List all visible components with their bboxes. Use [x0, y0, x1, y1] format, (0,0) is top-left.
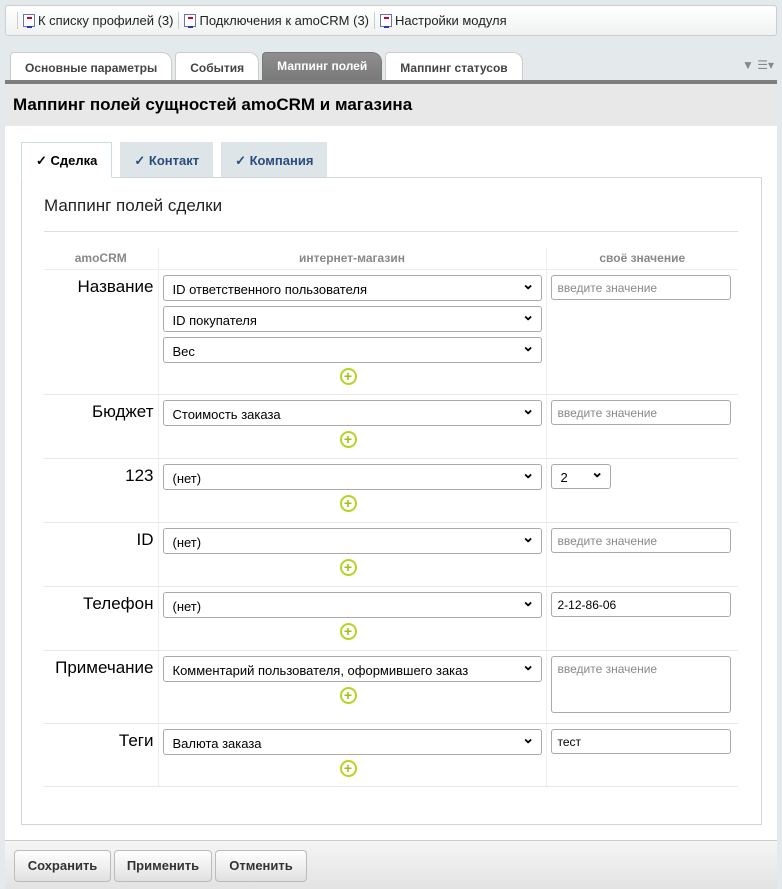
table-row: НазваниеID ответственного пользователяID…	[44, 269, 738, 395]
add-field-icon[interactable]: +	[339, 430, 357, 448]
separator	[374, 12, 376, 29]
amocrm-field-label: ID	[44, 522, 159, 587]
section-title: Маппинг полей сделки	[44, 196, 223, 215]
custom-value-cell: 2	[546, 458, 738, 523]
shop-fields-cell: Комментарий пользователя, оформившего за…	[158, 650, 547, 724]
shop-field-select[interactable]: ID ответственного пользователя	[162, 274, 542, 301]
table-row: БюджетСтоимость заказа + введите значение	[44, 394, 738, 459]
apply-button[interactable]: Применить	[114, 850, 212, 882]
tab-events[interactable]: События	[175, 52, 260, 80]
value-input[interactable]: введите значение	[550, 527, 731, 553]
add-field-icon[interactable]: +	[339, 494, 357, 512]
shop-fields-cell: ID ответственного пользователя ID покупат…	[158, 269, 547, 395]
footer-bar: Сохранить Применить Отменить	[5, 840, 777, 889]
table-row: ТегиВалюта заказа + тест	[44, 723, 738, 787]
value-input[interactable]: тест	[550, 728, 731, 754]
custom-value-cell: тест	[546, 723, 738, 787]
main-tabs: Основные параметры События Маппинг полей…	[10, 52, 523, 80]
custom-value-cell: 2-12-86-06	[546, 586, 738, 651]
amocrm-field-label: Теги	[44, 723, 159, 787]
table-row: Телефон(нет) +2-12-86-06	[44, 586, 738, 651]
shop-fields-cell: Стоимость заказа +	[158, 394, 547, 459]
subtab-deal[interactable]: ✓ Сделка	[21, 142, 113, 178]
label: К списку профилей (3)	[38, 13, 174, 28]
amocrm-field-label: Примечание	[44, 650, 159, 724]
shop-field-select[interactable]: Валюта заказа	[162, 728, 542, 755]
add-field-icon[interactable]: +	[339, 558, 357, 576]
custom-value-cell: введите значение	[546, 522, 738, 587]
value-input[interactable]: введите значение	[550, 399, 731, 425]
label: Подключения к amoCRM (3)	[199, 13, 370, 28]
amocrm-field-label: 123	[44, 458, 159, 523]
shop-field-select[interactable]: Комментарий пользователя, оформившего за…	[162, 655, 542, 682]
column-header: интернет-магазин	[158, 248, 547, 270]
shop-field-select[interactable]: ID покупателя	[162, 305, 542, 332]
save-button[interactable]: Сохранить	[14, 850, 111, 882]
amocrm-field-label: Телефон	[44, 586, 159, 651]
divider	[44, 231, 738, 232]
add-field-icon[interactable]: +	[339, 686, 357, 704]
profiles-list-link[interactable]: К списку профилей (3)	[23, 13, 173, 28]
shop-fields-cell: Валюта заказа +	[158, 723, 547, 787]
module-settings-link[interactable]: Настройки модуля	[380, 13, 507, 28]
tabs-menu-icon[interactable]: ▼ ☰▾	[742, 58, 774, 72]
shop-fields-cell: (нет) +	[158, 522, 547, 587]
custom-value-cell: введите значение	[546, 269, 738, 395]
connections-link[interactable]: Подключения к amoCRM (3)	[184, 13, 369, 28]
list-icon	[184, 14, 197, 28]
add-field-icon[interactable]: +	[339, 622, 357, 640]
amocrm-field-label: Бюджет	[44, 394, 159, 459]
mapping-panel: Маппинг полей сделки amoCRM интернет-маг…	[21, 177, 762, 825]
list-icon	[23, 14, 35, 28]
value-textarea[interactable]: введите значение	[550, 655, 731, 713]
add-field-icon[interactable]: +	[339, 367, 357, 385]
toolbar: К списку профилей (3) Подключения к amoC…	[5, 5, 777, 36]
shop-field-select[interactable]: (нет)	[162, 527, 542, 554]
value-input[interactable]: 2-12-86-06	[550, 591, 731, 617]
label: Настройки модуля	[395, 13, 507, 28]
custom-value-cell: введите значение	[546, 394, 738, 459]
tab-main-params[interactable]: Основные параметры	[10, 52, 173, 80]
column-header: своё значение	[546, 248, 738, 270]
page-title: Маппинг полей сущностей amoCRM и магазин…	[5, 84, 777, 126]
settings-icon	[380, 14, 393, 28]
tab-status-mapping[interactable]: Маппинг статусов	[385, 52, 523, 80]
shop-field-select[interactable]: Стоимость заказа	[162, 399, 542, 426]
table-row: Примечание Комментарий пользователя, офор…	[44, 650, 738, 724]
table-row: ID(нет) + введите значение	[44, 522, 738, 587]
tab-field-mapping[interactable]: Маппинг полей	[262, 52, 383, 80]
subtab-contact[interactable]: ✓ Контакт	[120, 142, 214, 178]
value-input[interactable]: введите значение	[550, 274, 731, 300]
cancel-button[interactable]: Отменить	[215, 850, 307, 882]
shop-field-select[interactable]: (нет)	[162, 591, 542, 618]
custom-value-cell: введите значение	[546, 650, 738, 724]
separator	[17, 12, 18, 29]
entity-tabs: ✓ Сделка ✓ Контакт ✓ Компания	[21, 142, 335, 178]
amocrm-field-label: Название	[44, 269, 159, 395]
value-select[interactable]: 2	[550, 463, 611, 489]
table-row: 123(нет) +2	[44, 458, 738, 523]
shop-fields-cell: (нет) +	[158, 586, 547, 651]
column-header: amoCRM	[44, 248, 159, 270]
shop-field-select[interactable]: (нет)	[162, 463, 542, 490]
add-field-icon[interactable]: +	[339, 759, 357, 777]
shop-fields-cell: (нет) +	[158, 458, 547, 523]
subtab-company[interactable]: ✓ Компания	[221, 142, 328, 178]
mapping-table: amoCRM интернет-магазин своё значение На…	[44, 248, 738, 787]
separator	[178, 12, 180, 29]
shop-field-select[interactable]: Вес	[162, 336, 542, 363]
header-row: amoCRM интернет-магазин своё значение	[44, 248, 738, 270]
